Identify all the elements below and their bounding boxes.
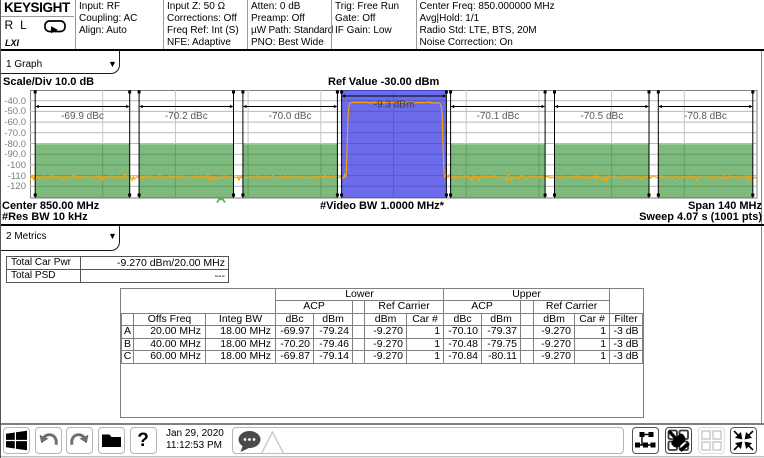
svg-text:-9.3 dBm: -9.3 dBm	[374, 100, 415, 111]
svg-text:-70.0 dBc: -70.0 dBc	[269, 111, 312, 122]
svg-text:-69.9 dBc: -69.9 dBc	[61, 111, 104, 122]
svg-text:-70.1 dBc: -70.1 dBc	[476, 111, 519, 122]
svg-text:-70.8 dBc: -70.8 dBc	[684, 111, 727, 122]
svg-text:-70.2 dBc: -70.2 dBc	[165, 111, 208, 122]
svg-text:-70.5 dBc: -70.5 dBc	[580, 111, 623, 122]
